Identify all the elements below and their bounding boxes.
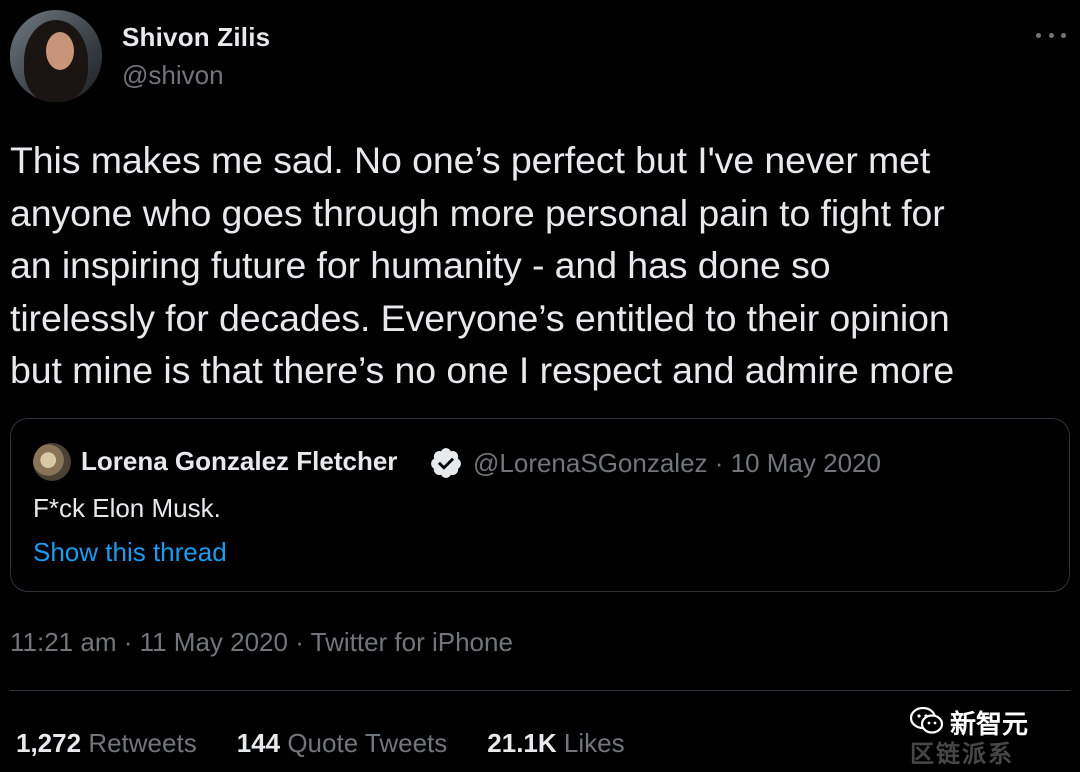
likes-count: 21.1K	[487, 728, 557, 758]
verified-badge-icon	[431, 448, 461, 478]
divider	[10, 690, 1070, 691]
wechat-icon	[910, 706, 944, 734]
more-options-button[interactable]	[1036, 28, 1066, 42]
tweet-text-line: This makes me sad. No one’s perfect but …	[10, 139, 931, 181]
tweet-header: Shivon Zilis @shivon	[8, 10, 1080, 110]
retweets-stat[interactable]: 1,272 Retweets	[16, 728, 197, 759]
author-name[interactable]: Shivon Zilis	[122, 22, 270, 53]
tweet-text: This makes me sad. No one’s perfect but …	[10, 134, 1070, 397]
quote-tweets-label: Quote Tweets	[287, 728, 448, 758]
quote-tweets-count: 144	[236, 728, 281, 758]
author-avatar[interactable]	[10, 10, 102, 102]
tweet-stats: 1,272 Retweets 144 Quote Tweets 21.1K Li…	[16, 728, 625, 759]
more-horizontal-icon-dot	[1048, 32, 1054, 38]
author-handle[interactable]: @shivon	[122, 60, 224, 91]
quote-author-meta: @LorenaSGonzalez · 10 May 2020	[473, 448, 881, 478]
more-horizontal-icon	[1036, 32, 1041, 38]
watermark: 新智元 区链派系	[910, 700, 1066, 768]
quote-author-name: Lorena Gonzalez Fletcher	[81, 446, 398, 476]
show-thread-link[interactable]: Show this thread	[33, 537, 227, 568]
likes-stat[interactable]: 21.1K Likes	[487, 728, 624, 759]
tweet-timestamp: 11:21 am · 11 May 2020 · Twitter for iPh…	[10, 627, 513, 658]
retweets-count: 1,272	[16, 728, 82, 758]
tweet-text-line: tirelessly for decades. Everyone’s entit…	[10, 296, 950, 339]
quote-tweet-card[interactable]: Lorena Gonzalez Fletcher @LorenaSGonzale…	[10, 418, 1070, 592]
watermark-subtext: 区链派系	[910, 740, 1014, 768]
more-horizontal-icon-dot	[1061, 32, 1066, 38]
tweet-text-line: but mine is that there’s no one I respec…	[10, 349, 955, 391]
tweet-text-line: an inspiring future for humanity - and h…	[10, 244, 831, 286]
retweets-label: Retweets	[88, 728, 197, 758]
likes-label: Likes	[563, 728, 625, 758]
tweet-time-date[interactable]: 11:21 am · 11 May 2020 ·	[10, 627, 311, 657]
avatar-face	[46, 32, 74, 70]
tweet-text-line: anyone who goes through more personal pa…	[10, 191, 945, 234]
quote-author-avatar	[33, 443, 71, 481]
quote-tweets-stat[interactable]: 144 Quote Tweets	[237, 728, 448, 759]
quote-tweet-text: F*ck Elon Musk.	[33, 493, 221, 523]
tweet-source[interactable]: Twitter for iPhone	[311, 627, 513, 657]
